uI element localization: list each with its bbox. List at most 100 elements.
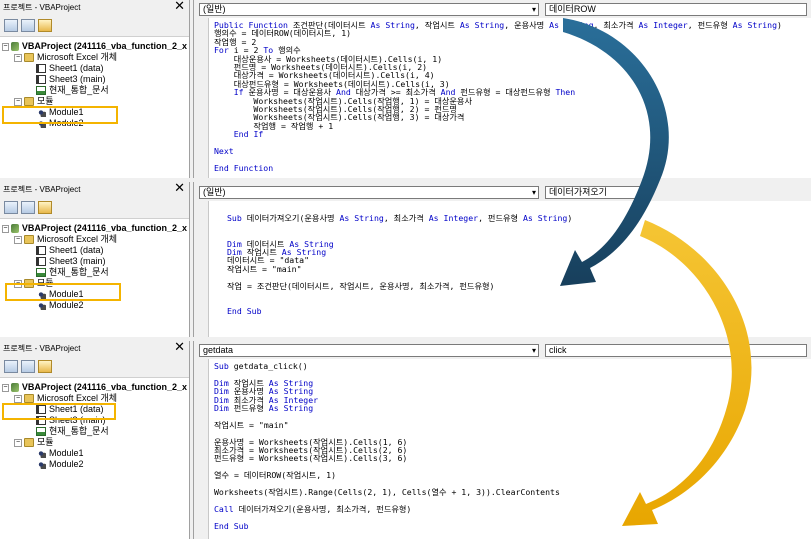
tree-workbook[interactable]: 현재_통합_문서 bbox=[2, 85, 187, 96]
collapse-icon[interactable]: − bbox=[14, 235, 22, 244]
project-tree: − VBAProject (241116_vba_function_2_x − Mi… bbox=[0, 380, 189, 472]
highlight-box-module1 bbox=[5, 283, 121, 301]
vba-project-icon bbox=[10, 42, 19, 51]
collapse-icon[interactable]: − bbox=[14, 97, 22, 106]
code-line[interactable]: 작업시트 = "main" bbox=[227, 264, 572, 273]
tree-module2[interactable]: Module2 bbox=[2, 459, 187, 470]
code-line[interactable] bbox=[227, 290, 572, 298]
view-object-icon[interactable] bbox=[21, 360, 35, 373]
collapse-icon[interactable]: − bbox=[14, 53, 22, 62]
procedure-dropdown[interactable]: 데이터ROW bbox=[545, 3, 807, 16]
toggle-folders-icon[interactable] bbox=[38, 201, 52, 214]
tree-workbook[interactable]: 현재_통합_문서 bbox=[2, 426, 187, 437]
chevron-down-icon: ▾ bbox=[531, 346, 536, 355]
module-icon bbox=[36, 301, 46, 310]
editor-margin-2 bbox=[199, 201, 209, 337]
folder-icon bbox=[24, 438, 34, 447]
tree-folder-objects[interactable]: − Microsoft Excel 개체 bbox=[2, 52, 187, 63]
code-line[interactable]: End Sub bbox=[227, 307, 572, 315]
collapse-icon[interactable]: − bbox=[14, 394, 22, 403]
code-text-3[interactable]: Sub getdata_click() Dim 작업시트 As String Di… bbox=[214, 362, 560, 530]
tree-sheet1[interactable]: Sheet1 (data) bbox=[2, 245, 187, 256]
object-dropdown[interactable]: (일반) ▾ bbox=[199, 186, 539, 199]
explorer-title: 프로젝트 - VBAProject ✕ bbox=[0, 182, 189, 197]
code-line[interactable]: 행의수 = 데이터ROW(데이터시트, 1) bbox=[214, 29, 782, 38]
procedure-dropdown[interactable]: click bbox=[545, 344, 807, 357]
code-line[interactable]: Sub 데이터가져오기(운용사명 As String, 최소가격 As Inte… bbox=[227, 214, 572, 223]
sheet-icon bbox=[36, 246, 46, 255]
code-line[interactable]: Call 데이터가져오기(운용사명, 최소가격, 펀드유형) bbox=[214, 504, 560, 513]
code-line[interactable]: 작업행 = 작업행 + 1 bbox=[214, 121, 782, 130]
code-line[interactable]: 펀드유형 = Worksheets(작업시트).Cells(3, 6) bbox=[214, 454, 560, 463]
code-line[interactable]: Worksheets(작업시트).Range(Cells(2, 1), Cell… bbox=[214, 488, 560, 497]
code-line[interactable]: Next bbox=[214, 147, 782, 155]
folder-icon bbox=[24, 97, 34, 106]
code-line[interactable]: End If bbox=[214, 130, 782, 138]
view-object-icon[interactable] bbox=[21, 19, 35, 32]
tree-sheet1[interactable]: Sheet1 (data) bbox=[2, 63, 187, 74]
view-object-icon[interactable] bbox=[21, 201, 35, 214]
close-icon[interactable]: ✕ bbox=[174, 0, 185, 14]
workbook-icon bbox=[36, 268, 46, 277]
view-code-icon[interactable] bbox=[4, 360, 18, 373]
code-line[interactable]: 작업시트 = "main" bbox=[214, 420, 560, 429]
code-line[interactable] bbox=[227, 223, 572, 231]
tree-workbook[interactable]: 현재_통합_문서 bbox=[2, 267, 187, 278]
code-line[interactable] bbox=[227, 298, 572, 306]
code-line[interactable]: Sub getdata_click() bbox=[214, 362, 560, 371]
explorer-toolbar bbox=[0, 197, 189, 219]
code-line[interactable]: 열수 = 데이터ROW(작업시트, 1) bbox=[214, 471, 560, 480]
module-icon bbox=[36, 460, 46, 469]
chevron-down-icon: ▾ bbox=[531, 188, 536, 197]
code-line[interactable] bbox=[214, 139, 782, 147]
code-line[interactable] bbox=[214, 156, 782, 164]
tree-folder-objects[interactable]: − Microsoft Excel 개체 bbox=[2, 234, 187, 245]
project-explorer-2: 프로젝트 - VBAProject ✕ − VBAProject (241116_v… bbox=[0, 182, 190, 337]
tree-project[interactable]: − VBAProject (241116_vba_function_2_x bbox=[2, 223, 187, 234]
procedure-dropdown[interactable]: 데이터가져오기 bbox=[545, 186, 645, 199]
sheet-icon bbox=[36, 75, 46, 84]
tree-sheet3[interactable]: Sheet3 (main) bbox=[2, 74, 187, 85]
collapse-icon[interactable]: − bbox=[14, 438, 22, 447]
view-code-icon[interactable] bbox=[4, 201, 18, 214]
collapse-icon[interactable]: − bbox=[2, 42, 9, 51]
collapse-icon[interactable]: − bbox=[2, 383, 9, 392]
code-text-2[interactable]: Sub 데이터가져오기(운용사명 As String, 최소가격 As Inte… bbox=[227, 206, 572, 315]
close-icon[interactable]: ✕ bbox=[174, 341, 185, 355]
tree-project[interactable]: − VBAProject (241116_vba_function_2_x bbox=[2, 41, 187, 52]
project-explorer-1: 프로젝트 - VBAProject ✕ − VBAProject (241116_v… bbox=[0, 0, 190, 178]
toggle-folders-icon[interactable] bbox=[38, 360, 52, 373]
code-line[interactable]: Dim 펀드유형 As String bbox=[214, 404, 560, 413]
tree-sheet3[interactable]: Sheet3 (main) bbox=[2, 256, 187, 267]
object-dropdown[interactable]: getdata ▾ bbox=[199, 344, 539, 357]
editor-margin-1 bbox=[199, 18, 209, 178]
project-explorer-3: 프로젝트 - VBAProject ✕ − VBAProject (241116_v… bbox=[0, 341, 190, 539]
vba-project-icon bbox=[10, 383, 19, 392]
close-icon[interactable]: ✕ bbox=[174, 182, 185, 196]
code-line[interactable] bbox=[214, 513, 560, 521]
object-dropdown[interactable]: (일반) ▾ bbox=[199, 3, 539, 16]
view-code-icon[interactable] bbox=[4, 19, 18, 32]
workbook-icon bbox=[36, 427, 46, 436]
code-line[interactable]: End Function bbox=[214, 164, 782, 172]
code-dropdowns-1: (일반) ▾ 데이터ROW bbox=[199, 3, 807, 17]
code-line[interactable]: End Sub bbox=[214, 522, 560, 530]
vba-project-icon bbox=[10, 224, 19, 233]
tree-project[interactable]: − VBAProject (241116_vba_function_2_x bbox=[2, 382, 187, 393]
code-text-1[interactable]: Public Function 조건판단(데이터시트 As String, 작업… bbox=[214, 21, 782, 173]
tree-module2[interactable]: Module2 bbox=[2, 300, 187, 311]
toggle-folders-icon[interactable] bbox=[38, 19, 52, 32]
workbook-icon bbox=[36, 86, 46, 95]
folder-icon bbox=[24, 53, 34, 62]
highlight-box-sheet3 bbox=[2, 403, 116, 420]
module-icon bbox=[36, 449, 46, 458]
explorer-toolbar bbox=[0, 356, 189, 378]
tree-module1[interactable]: Module1 bbox=[2, 448, 187, 459]
code-line[interactable]: 작업 = 조건판단(데이터시트, 작업시트, 운용사명, 최소가격, 펀드유형) bbox=[227, 281, 572, 290]
highlight-box-module2 bbox=[2, 106, 118, 124]
code-dropdowns-3: getdata ▾ click bbox=[199, 344, 807, 358]
tree-folder-modules[interactable]: − 모듈 bbox=[2, 437, 187, 448]
sheet-icon bbox=[36, 257, 46, 266]
explorer-title: 프로젝트 - VBAProject ✕ bbox=[0, 0, 189, 15]
collapse-icon[interactable]: − bbox=[2, 224, 9, 233]
